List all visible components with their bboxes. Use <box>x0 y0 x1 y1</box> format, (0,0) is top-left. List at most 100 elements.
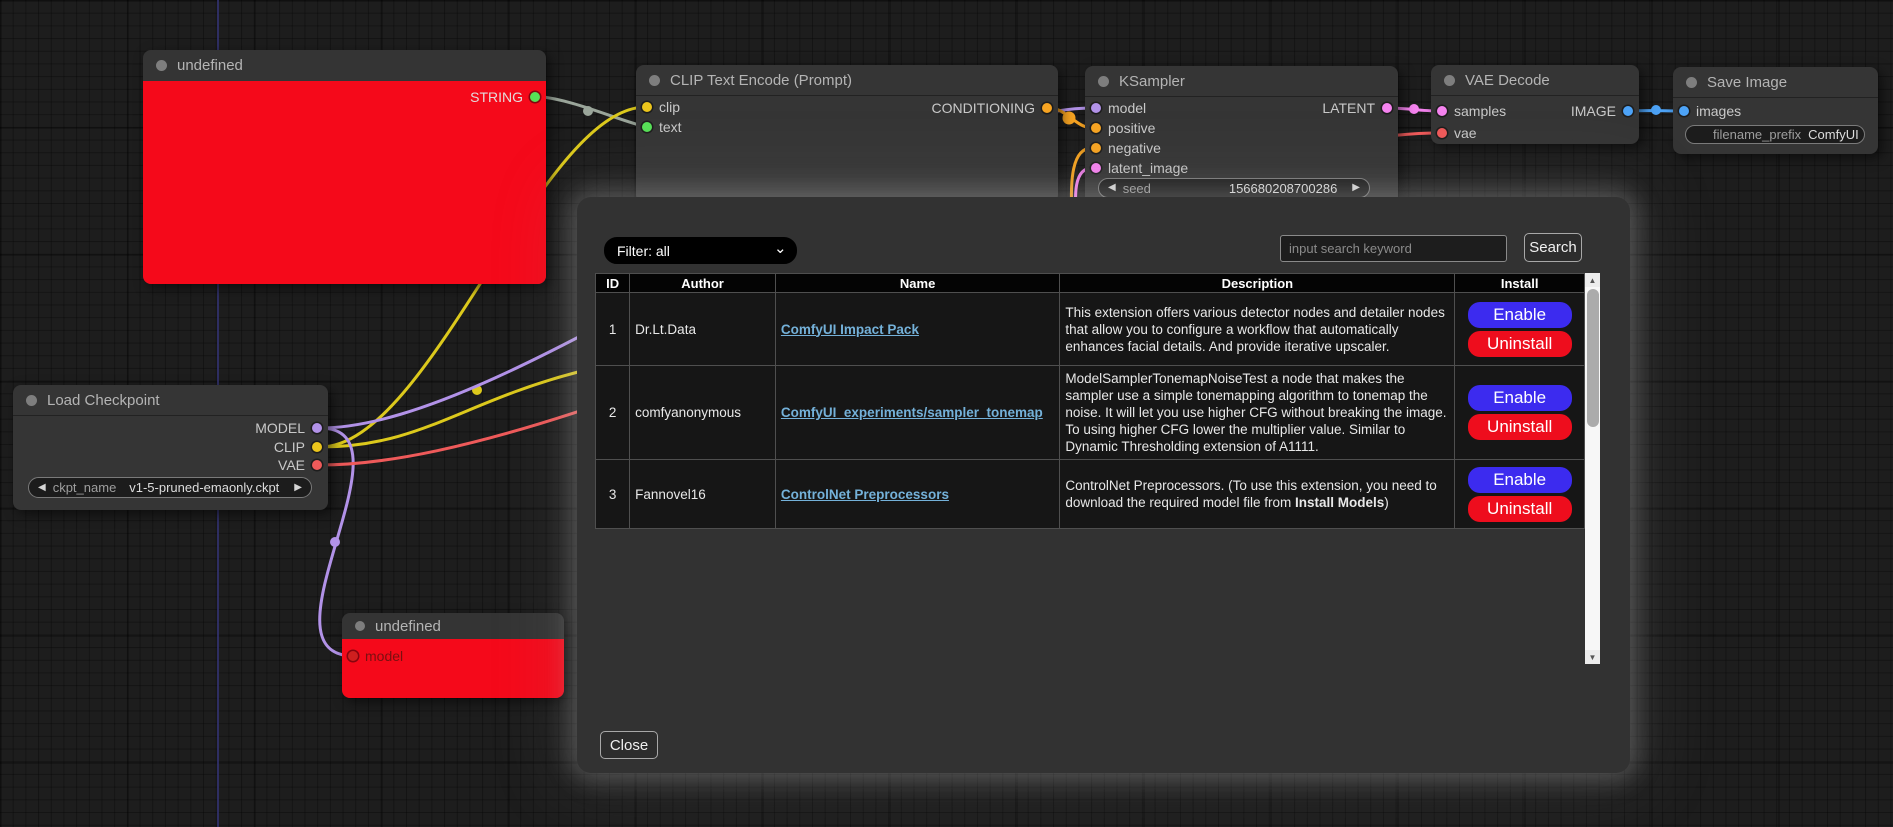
output-label-latent: LATENT <box>1322 100 1375 116</box>
clip-output-port[interactable] <box>312 442 322 452</box>
node-ksampler[interactable]: KSampler model positive negative latent_… <box>1085 66 1398 205</box>
node-title-bar[interactable]: KSampler <box>1085 66 1398 96</box>
node-clip-text-encode[interactable]: CLIP Text Encode (Prompt) clip text COND… <box>636 65 1058 203</box>
images-input-port[interactable] <box>1679 106 1689 116</box>
widget-label: seed <box>1123 181 1151 196</box>
cell-id: 1 <box>596 293 630 366</box>
model-input-port[interactable] <box>1091 103 1101 113</box>
filename-prefix-value[interactable]: ComfyUI <box>1808 127 1859 142</box>
cell-author: comfyanonymous <box>630 366 776 460</box>
scroll-down-icon[interactable]: ▼ <box>1585 650 1600 664</box>
input-label-images: images <box>1696 103 1741 119</box>
input-label-model: model <box>365 648 403 664</box>
conditioning-output-port[interactable] <box>1042 103 1052 113</box>
table-header-row: ID Author Name Description Install <box>596 274 1585 293</box>
divider <box>1673 97 1878 98</box>
search-button[interactable]: Search <box>1524 233 1582 262</box>
extensions-table: ID Author Name Description Install 1 Dr.… <box>595 273 1585 529</box>
filename-prefix-widget[interactable]: filename_prefix ComfyUI <box>1685 125 1865 144</box>
error-node-body[interactable]: model <box>342 639 564 698</box>
positive-input-port[interactable] <box>1091 123 1101 133</box>
extension-link[interactable]: ComfyUI_experiments/sampler_tonemap <box>781 405 1043 420</box>
cell-description: This extension offers various detector n… <box>1060 293 1455 366</box>
node-title-bar[interactable]: undefined <box>143 50 546 80</box>
node-load-checkpoint[interactable]: Load Checkpoint MODEL CLIP VAE ◀ ckpt_na… <box>13 385 328 510</box>
output-label-model: MODEL <box>255 420 305 436</box>
node-collapse-dot-icon[interactable] <box>355 621 365 631</box>
input-label-clip: clip <box>659 99 680 115</box>
scroll-up-icon[interactable]: ▲ <box>1585 273 1600 287</box>
node-title-bar[interactable]: VAE Decode <box>1431 65 1639 95</box>
table-row: 1 Dr.Lt.Data ComfyUI Impact Pack This ex… <box>596 293 1585 366</box>
latent-output-port[interactable] <box>1382 103 1392 113</box>
error-node-body[interactable]: STRING <box>143 81 546 284</box>
output-label-conditioning: CONDITIONING <box>932 100 1035 116</box>
cell-id: 3 <box>596 460 630 529</box>
node-undefined-top[interactable]: undefined STRING <box>143 50 546 284</box>
custom-nodes-dialog: Filter: all ⌄ Search ID Author Name Desc… <box>577 197 1630 773</box>
divider <box>1085 96 1398 97</box>
node-title-bar[interactable]: undefined <box>342 613 564 639</box>
node-collapse-dot-icon[interactable] <box>1098 76 1109 87</box>
input-label-latent-image: latent_image <box>1108 160 1188 176</box>
enable-button[interactable]: Enable <box>1468 302 1572 328</box>
output-label-clip: CLIP <box>274 439 305 455</box>
seed-value[interactable]: 156680208700286 <box>1229 181 1337 196</box>
uninstall-button[interactable]: Uninstall <box>1468 496 1572 522</box>
negative-input-port[interactable] <box>1091 143 1101 153</box>
node-collapse-dot-icon[interactable] <box>1686 77 1697 88</box>
node-collapse-dot-icon[interactable] <box>649 75 660 86</box>
output-label-string: STRING <box>470 89 523 105</box>
text-input-port[interactable] <box>642 122 652 132</box>
ckpt-name-value[interactable]: v1-5-pruned-emaonly.ckpt <box>129 480 279 495</box>
clip-input-port[interactable] <box>642 102 652 112</box>
latent-image-input-port[interactable] <box>1091 163 1101 173</box>
divider <box>636 95 1058 96</box>
header-author: Author <box>630 274 776 293</box>
decrement-arrow-icon[interactable]: ◀ <box>1108 183 1116 193</box>
close-button[interactable]: Close <box>600 731 658 759</box>
uninstall-button[interactable]: Uninstall <box>1468 331 1572 357</box>
enable-button[interactable]: Enable <box>1468 467 1572 493</box>
input-label-text: text <box>659 119 682 135</box>
divider <box>13 415 328 416</box>
increment-arrow-icon[interactable]: ▶ <box>1352 183 1360 193</box>
string-output-port[interactable] <box>530 92 540 102</box>
node-undefined-bottom[interactable]: undefined model <box>342 613 564 698</box>
node-collapse-dot-icon[interactable] <box>1444 75 1455 86</box>
node-title: KSampler <box>1119 73 1185 90</box>
extension-link[interactable]: ComfyUI Impact Pack <box>781 322 919 337</box>
table-scrollbar[interactable]: ▲ ▼ <box>1585 273 1600 664</box>
model-input-port[interactable] <box>348 651 358 661</box>
uninstall-button[interactable]: Uninstall <box>1468 414 1572 440</box>
vae-output-port[interactable] <box>312 460 322 470</box>
prev-arrow-icon[interactable]: ◀ <box>38 483 46 493</box>
cell-description: ModelSamplerTonemapNoiseTest a node that… <box>1060 366 1455 460</box>
comfyui-canvas[interactable]: undefined STRING CLIP Text Encode (Promp… <box>0 0 1893 827</box>
scrollbar-thumb[interactable] <box>1587 289 1599 427</box>
node-title-bar[interactable]: CLIP Text Encode (Prompt) <box>636 65 1058 95</box>
enable-button[interactable]: Enable <box>1468 385 1572 411</box>
input-label-model: model <box>1108 100 1146 116</box>
next-arrow-icon[interactable]: ▶ <box>294 483 302 493</box>
extension-link[interactable]: ControlNet Preprocessors <box>781 487 949 502</box>
cell-author: Dr.Lt.Data <box>630 293 776 366</box>
seed-widget[interactable]: ◀ seed 156680208700286 ▶ <box>1098 178 1370 198</box>
node-title-bar[interactable]: Save Image <box>1673 67 1878 97</box>
samples-input-port[interactable] <box>1437 106 1447 116</box>
node-collapse-dot-icon[interactable] <box>156 60 167 71</box>
ckpt-name-widget[interactable]: ◀ ckpt_name v1-5-pruned-emaonly.ckpt ▶ <box>28 477 312 498</box>
node-save-image[interactable]: Save Image images filename_prefix ComfyU… <box>1673 67 1878 154</box>
node-title: Load Checkpoint <box>47 392 160 409</box>
node-title: Save Image <box>1707 74 1787 91</box>
node-collapse-dot-icon[interactable] <box>26 395 37 406</box>
header-description: Description <box>1060 274 1455 293</box>
filter-select[interactable]: Filter: all <box>604 237 797 264</box>
node-title-bar[interactable]: Load Checkpoint <box>13 385 328 415</box>
cell-author: Fannovel16 <box>630 460 776 529</box>
vae-input-port[interactable] <box>1437 128 1447 138</box>
model-output-port[interactable] <box>312 423 322 433</box>
search-input[interactable] <box>1280 235 1507 262</box>
image-output-port[interactable] <box>1623 106 1633 116</box>
node-vae-decode[interactable]: VAE Decode samples vae IMAGE <box>1431 65 1639 144</box>
